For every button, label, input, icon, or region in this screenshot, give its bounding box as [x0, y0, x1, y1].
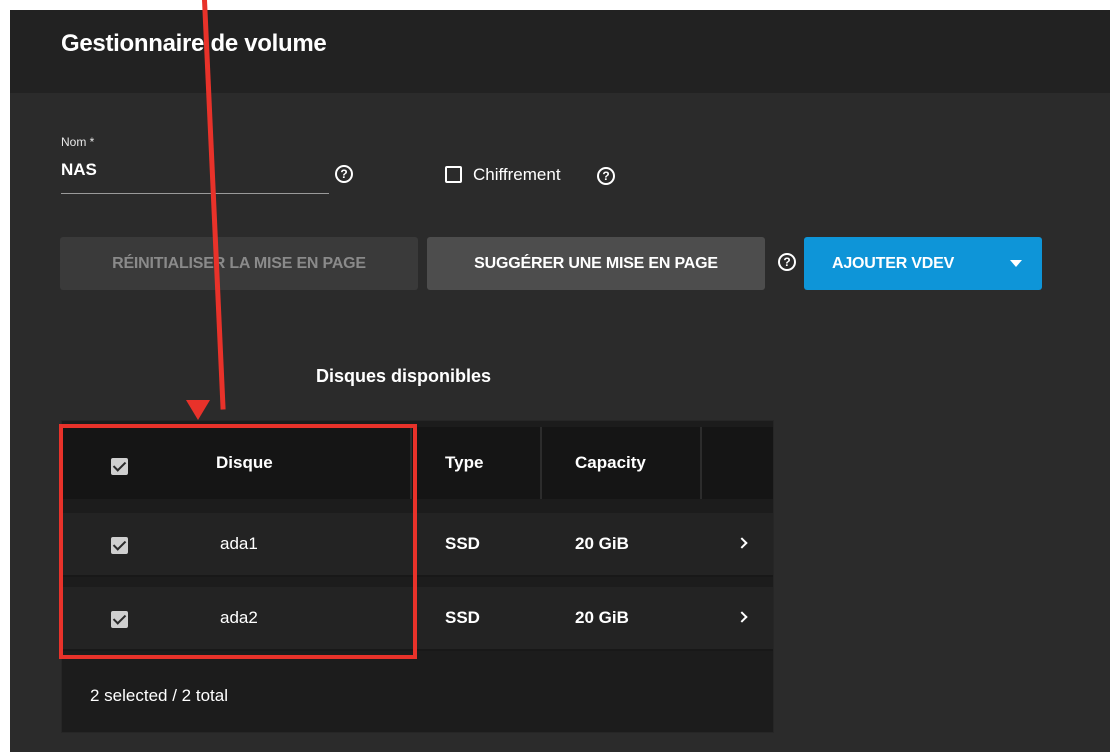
- encryption-help-icon[interactable]: ?: [597, 167, 615, 185]
- layout-help-icon[interactable]: ?: [778, 253, 796, 271]
- disk-type: SSD: [445, 534, 480, 553]
- annotation-highlight-box: [59, 424, 417, 659]
- chevron-right-icon[interactable]: [736, 537, 748, 549]
- reset-layout-button[interactable]: RÉINITIALISER LA MISE EN PAGE: [60, 237, 418, 290]
- chevron-right-icon[interactable]: [736, 611, 748, 623]
- suggest-layout-button[interactable]: SUGGÉRER UNE MISE EN PAGE: [427, 237, 765, 290]
- caret-down-icon[interactable]: [1010, 260, 1022, 267]
- name-input-underline: [61, 193, 329, 194]
- column-divider: [700, 427, 702, 499]
- column-divider: [540, 427, 542, 499]
- disk-type: SSD: [445, 608, 480, 627]
- annotation-arrow-head: [186, 400, 210, 420]
- name-input[interactable]: NAS: [61, 160, 97, 180]
- selection-summary: 2 selected / 2 total: [90, 686, 228, 705]
- available-disks-title: Disques disponibles: [316, 366, 492, 386]
- encryption-label: Chiffrement: [473, 165, 561, 184]
- encryption-checkbox[interactable]: [445, 166, 462, 183]
- header-bar: Gestionnaire de volume: [10, 10, 1110, 93]
- disk-capacity: 20 GiB: [575, 534, 629, 553]
- add-vdev-button[interactable]: AJOUTER VDEV: [804, 237, 1042, 290]
- column-header-capacity[interactable]: Capacity: [575, 453, 646, 473]
- column-header-type[interactable]: Type: [445, 453, 483, 473]
- name-help-icon[interactable]: ?: [335, 165, 353, 183]
- disk-capacity: 20 GiB: [575, 608, 629, 627]
- page-title: Gestionnaire de volume: [61, 30, 327, 57]
- add-vdev-label: AJOUTER VDEV: [832, 255, 955, 272]
- name-field-label: Nom *: [61, 135, 95, 149]
